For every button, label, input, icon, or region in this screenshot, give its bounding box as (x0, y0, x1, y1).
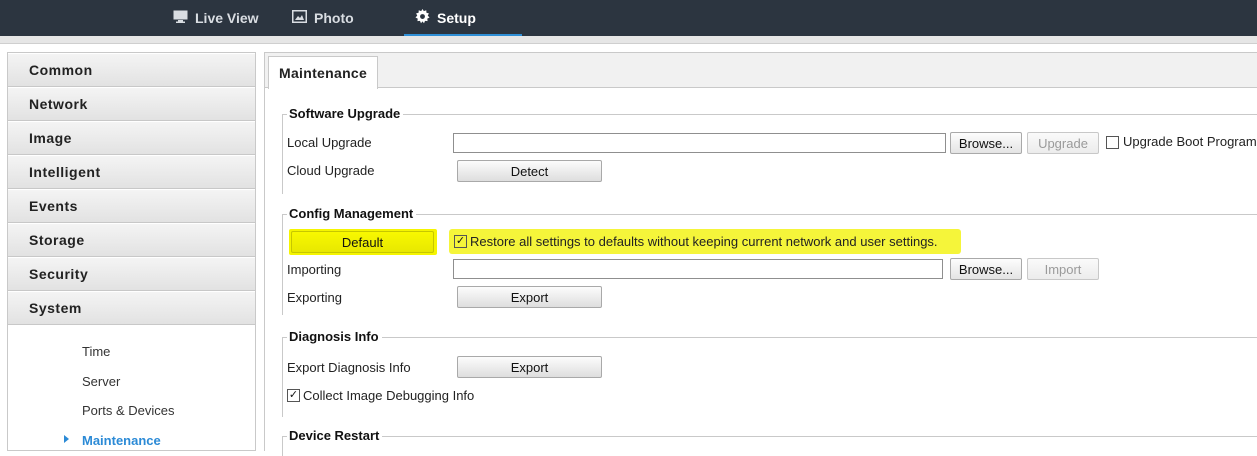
sidebar-item-storage[interactable]: Storage (8, 224, 255, 257)
section-title: Device Restart (287, 428, 383, 443)
sidebar-item-common[interactable]: Common (8, 54, 255, 87)
upgrade-boot-label: Upgrade Boot Program (1123, 134, 1257, 149)
importing-label: Importing (287, 262, 342, 277)
sidebar-subitem-label: Maintenance (82, 432, 161, 448)
collect-debug-label: Collect Image Debugging Info (303, 388, 475, 403)
local-upgrade-file-field[interactable] (453, 133, 946, 153)
sidebar-subitem-ports-devices[interactable]: Ports & Devices (8, 397, 255, 423)
section-title: Diagnosis Info (287, 329, 382, 344)
export-diagnosis-label: Export Diagnosis Info (287, 360, 411, 375)
sidebar-item-system[interactable]: System (8, 292, 255, 325)
default-button[interactable]: Default (291, 231, 434, 253)
section-title: Software Upgrade (287, 106, 404, 121)
restore-defaults-checkbox[interactable]: ✓ (454, 235, 467, 248)
sidebar: Common Network Image Intelligent Events … (7, 52, 256, 451)
detect-button[interactable]: Detect (457, 160, 602, 182)
sidebar-item-network[interactable]: Network (8, 88, 255, 121)
section-device-restart: Device Restart (282, 428, 1257, 456)
section-diagnosis-info: Diagnosis Info (282, 329, 1257, 417)
tab-label: Photo (314, 10, 354, 26)
sidebar-subitem-maintenance[interactable]: Maintenance (8, 427, 255, 453)
importing-file-field[interactable] (453, 259, 943, 279)
section-title: Config Management (287, 206, 417, 221)
header-strip (0, 36, 1257, 44)
local-upgrade-label: Local Upgrade (287, 135, 372, 150)
tab-strip: Maintenance (265, 53, 1257, 89)
sidebar-subitem-server[interactable]: Server (8, 368, 255, 394)
tab-photo[interactable]: Photo (292, 0, 354, 36)
cloud-upgrade-label: Cloud Upgrade (287, 163, 375, 178)
tab-label: Setup (437, 10, 476, 26)
tab-maintenance[interactable]: Maintenance (268, 56, 379, 89)
exporting-label: Exporting (287, 290, 342, 305)
section-software-upgrade: Software Upgrade (282, 106, 1257, 194)
gear-icon (415, 9, 430, 27)
sidebar-item-security[interactable]: Security (8, 258, 255, 291)
top-nav-bar: Live View Photo Setup (0, 0, 1257, 36)
tab-setup[interactable]: Setup (415, 0, 476, 36)
upgrade-boot-checkbox[interactable] (1106, 136, 1119, 149)
monitor-icon (173, 10, 188, 26)
sidebar-item-events[interactable]: Events (8, 190, 255, 223)
browse-import-button[interactable]: Browse... (950, 258, 1022, 280)
tab-label: Live View (195, 10, 259, 26)
export-diagnosis-button[interactable]: Export (457, 356, 602, 378)
photo-icon (292, 10, 307, 26)
export-config-button[interactable]: Export (457, 286, 602, 308)
import-button[interactable]: Import (1027, 258, 1099, 280)
sidebar-item-intelligent[interactable]: Intelligent (8, 156, 255, 189)
sidebar-subitem-time[interactable]: Time (8, 338, 255, 364)
browse-upgrade-button[interactable]: Browse... (950, 132, 1022, 154)
tab-live-view[interactable]: Live View (173, 0, 259, 36)
active-arrow-icon (64, 435, 69, 443)
restore-defaults-label: Restore all settings to defaults without… (470, 234, 938, 249)
upgrade-button[interactable]: Upgrade (1027, 132, 1099, 154)
collect-debug-checkbox[interactable]: ✓ (287, 389, 300, 402)
sidebar-item-image[interactable]: Image (8, 122, 255, 155)
